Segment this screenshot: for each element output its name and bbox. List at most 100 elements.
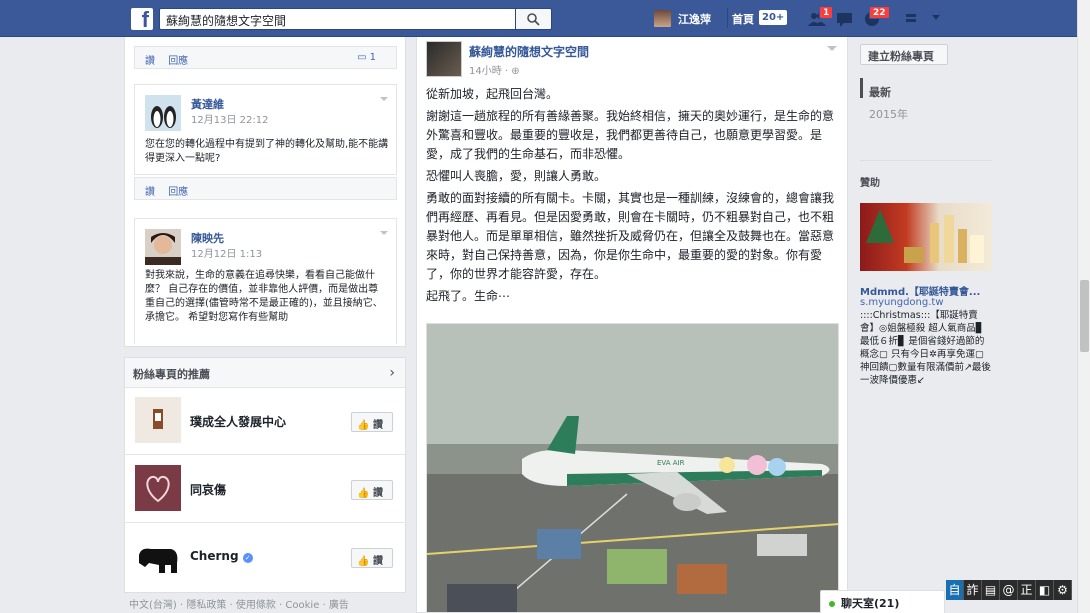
airplane-livery-text: EVA AIR xyxy=(657,459,685,467)
facebook-logo-icon[interactable]: f xyxy=(131,8,153,30)
like-page-button[interactable]: 👍 讚 xyxy=(351,412,393,432)
search-icon xyxy=(527,13,540,26)
ad-title-link[interactable]: Mdmmd.【耶誕特賣會... xyxy=(860,283,992,298)
chevron-right-icon[interactable]: › xyxy=(389,365,395,381)
thumbs-up-icon: 👍 xyxy=(357,488,370,499)
ime-button[interactable]: ◧ xyxy=(1036,580,1054,600)
page-avatar[interactable] xyxy=(426,41,462,77)
home-link[interactable]: 首頁 xyxy=(732,11,754,27)
profile-avatar[interactable] xyxy=(654,10,671,27)
comment-item: 黃達維 12月13日 22:12 您在您的轉化過程中有提到了神的轉化及幫助,能不… xyxy=(134,84,397,175)
post-options-chevron-down-icon[interactable] xyxy=(827,46,837,51)
commenter-name[interactable]: 黃達維 xyxy=(191,96,224,112)
ime-button[interactable]: @ xyxy=(1000,580,1018,600)
timeline-indicator xyxy=(860,78,863,98)
post-paragraph: 謝謝這一趟旅程的所有善緣善聚。我始終相信，擁天的奧妙運行，是生命的意外驚喜和豐收… xyxy=(426,109,835,161)
comment-text: 對我來說，生命的意義在追尋快樂，看看自己能做什麼？ 自己存在的價值，並非靠他人評… xyxy=(145,270,383,323)
recommended-page-item: 璞成全人發展中心 👍 讚 xyxy=(125,389,407,455)
page-thumbnail[interactable] xyxy=(135,465,181,511)
page-scrollbar[interactable] xyxy=(1077,0,1090,613)
post-photo-airplane[interactable]: EVA AIR xyxy=(426,323,839,613)
page-name-link[interactable]: 蘇絢慧的隨想文字空間 xyxy=(469,43,589,60)
ad-image[interactable] xyxy=(860,203,992,271)
online-status-icon xyxy=(829,601,835,607)
post-card: 蘇絢慧的隨想文字空間 14小時 · ⊕ 從新加坡，起飛回台灣。 謝謝這一趟旅程的… xyxy=(416,37,848,613)
recommended-page-item: Cherng ✓ 👍 讚 xyxy=(125,525,407,591)
messages-icon[interactable] xyxy=(836,11,854,27)
post-timestamp[interactable]: 14小時 · ⊕ xyxy=(469,62,520,77)
page-thumbnail[interactable] xyxy=(135,397,181,443)
comment-count-label: 1 xyxy=(369,52,376,63)
ime-button[interactable]: ▤ xyxy=(982,580,1000,600)
like-page-label: 讚 xyxy=(372,420,383,431)
chat-sidebar-tab[interactable]: 聊天室(21) xyxy=(820,590,945,613)
recommended-pages-card: 粉絲專頁的推薦 › 璞成全人發展中心 👍 讚 同哀傷 👍 讚 Cherng ✓ … xyxy=(124,357,407,593)
chat-label: 聊天室(21) xyxy=(841,597,900,610)
ime-mode-button[interactable]: 自 xyxy=(946,580,964,600)
ad-description: ::::Christmas:::【耶誕特賣會】◎姐盤極殺 超人氣商品▊ 最低６折… xyxy=(860,310,991,386)
post-paragraph: 起飛了。生命⋯ xyxy=(426,289,511,303)
ad-url-link[interactable]: s.myungdong.tw xyxy=(860,297,944,308)
ime-toolbar: 自 詐 ▤ @ 正 ◧ ⚙ xyxy=(946,580,1072,600)
comment-bubble-icon: ▭ xyxy=(357,52,367,63)
page-name-link[interactable]: 璞成全人發展中心 xyxy=(190,413,286,430)
airplane-photo-illustration: EVA AIR xyxy=(427,324,838,612)
timeline-latest-link[interactable]: 最新 xyxy=(869,84,891,100)
ime-settings-gear-icon[interactable]: ⚙ xyxy=(1054,580,1072,600)
recommended-pages-header[interactable]: 粉絲專頁的推薦 › xyxy=(125,358,405,388)
sponsored-heading: 贊助 xyxy=(860,178,880,189)
divider xyxy=(860,160,992,161)
comment-action-bar: 讚 回應 xyxy=(134,177,397,200)
like-page-label: 讚 xyxy=(372,556,383,567)
comment-item: 陳映先 12月12日 1:13 對我來說，生命的意義在追尋快樂，看看自己能做什麼… xyxy=(134,218,397,344)
like-page-button[interactable]: 👍 讚 xyxy=(351,548,393,568)
like-page-label: 讚 xyxy=(372,488,383,499)
page-name-link[interactable]: 同哀傷 xyxy=(190,481,226,498)
like-page-button[interactable]: 👍 讚 xyxy=(351,480,393,500)
ime-button[interactable]: 正 xyxy=(1018,580,1036,600)
page-thumbnail[interactable] xyxy=(135,533,181,579)
page-name-link[interactable]: Cherng ✓ xyxy=(190,549,253,563)
thumbs-up-icon: 👍 xyxy=(357,556,370,567)
scrollbar-thumb[interactable] xyxy=(1080,280,1089,352)
timeline-year-link[interactable]: 2015年 xyxy=(869,106,908,122)
commenter-name[interactable]: 陳映先 xyxy=(191,230,224,246)
commenter-avatar[interactable] xyxy=(145,229,181,265)
page-name-label: Cherng xyxy=(190,549,239,563)
post-paragraph: 從新加坡，起飛回台灣。 xyxy=(426,87,559,101)
post-time-label: 14小時 xyxy=(469,66,502,77)
post-paragraph: 勇敢的面對接續的所有關卡。卡關，其實也是一種訓練，沒練會的，總會讓我們再經歷、再… xyxy=(426,191,835,281)
create-page-button[interactable]: 建立粉絲專頁 xyxy=(860,44,948,65)
notifications-badge: 22 xyxy=(869,6,890,19)
globe-audience-icon: ⊕ xyxy=(511,66,520,77)
comment-count[interactable]: ▭ 1 xyxy=(357,52,386,63)
account-menu-chevron-down-icon[interactable] xyxy=(932,15,940,20)
ime-button[interactable]: 詐 xyxy=(964,580,982,600)
verified-badge-icon: ✓ xyxy=(242,553,253,563)
friend-requests-badge: 1 xyxy=(819,6,834,19)
divider xyxy=(727,8,728,28)
reply-link[interactable]: 回應 xyxy=(168,56,188,67)
profile-name-link[interactable]: 江逸萍 xyxy=(678,11,711,27)
search-input[interactable]: 蘇絢慧的隨想文字空間 xyxy=(159,8,516,30)
like-link[interactable]: 讚 xyxy=(145,187,155,198)
thumbs-up-icon: 👍 xyxy=(357,420,370,431)
top-navigation-bar: f 蘇絢慧的隨想文字空間 江逸萍 首頁 20+ 1 22 xyxy=(0,0,1077,37)
footer-links[interactable]: 中文(台灣) · 隱私政策 · 使用條款 · Cookie · 廣告 xyxy=(129,596,389,611)
comment-text: 您在您的轉化過程中有提到了神的轉化及幫助,能不能講得更深入一點呢? xyxy=(145,139,389,164)
ad-product-illustration xyxy=(866,209,984,263)
comment-options-chevron-down-icon[interactable] xyxy=(380,97,388,101)
post-text: 從新加坡，起飛回台灣。 謝謝這一趟旅程的所有善緣善聚。我始終相信，擁天的奧妙運行… xyxy=(426,85,842,309)
post-paragraph: 恐懼叫人喪膽，愛，則讓人勇敢。 xyxy=(426,169,607,183)
search-button[interactable] xyxy=(516,8,552,30)
recommended-pages-title: 粉絲專頁的推薦 xyxy=(133,368,210,381)
commenter-avatar[interactable] xyxy=(145,95,181,131)
comment-options-chevron-down-icon[interactable] xyxy=(380,231,388,235)
like-link[interactable]: 讚 xyxy=(145,56,155,67)
reply-link[interactable]: 回應 xyxy=(168,187,188,198)
comment-timestamp[interactable]: 12月13日 22:12 xyxy=(191,111,268,126)
comment-action-bar: 讚 回應 ▭ 1 xyxy=(134,46,397,69)
comment-timestamp[interactable]: 12月12日 1:13 xyxy=(191,245,262,260)
privacy-shortcuts-icon[interactable] xyxy=(904,11,922,27)
home-count-badge: 20+ xyxy=(759,10,788,25)
